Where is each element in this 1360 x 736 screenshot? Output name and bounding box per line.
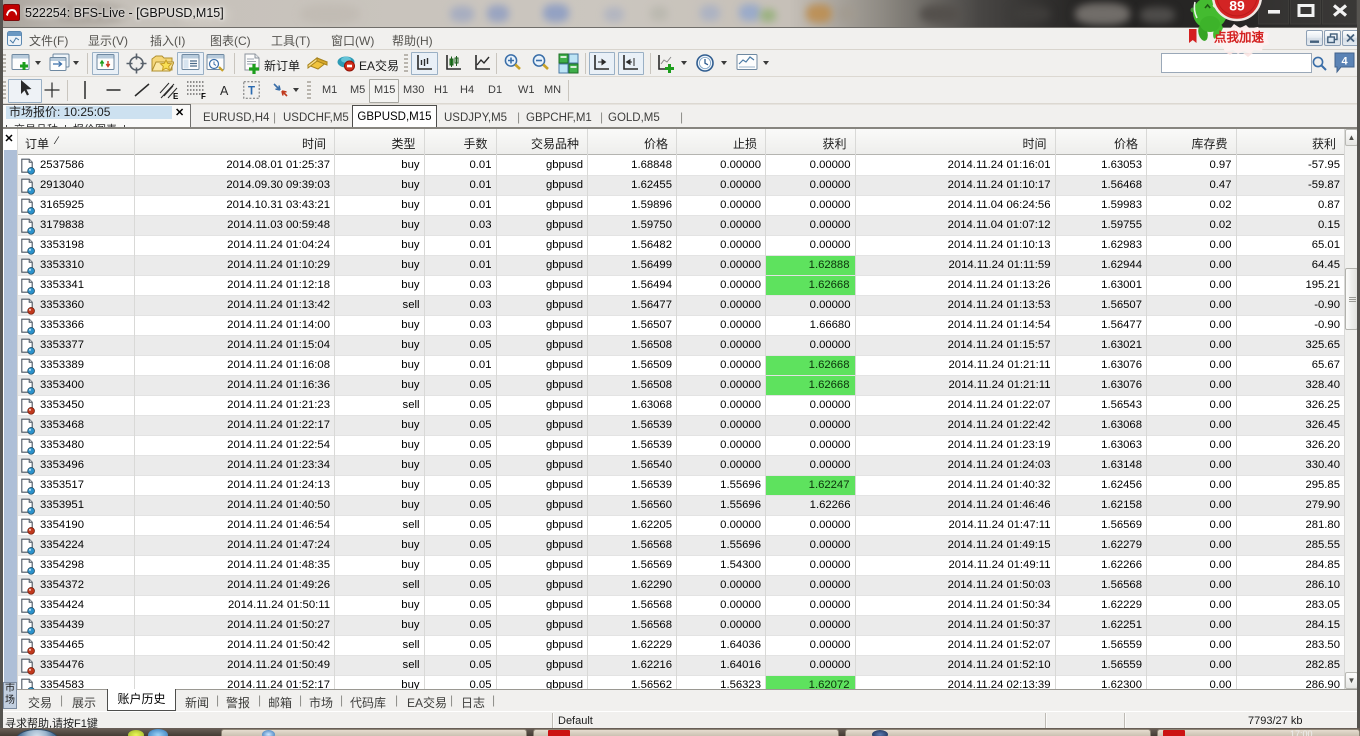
svg-text:E: E bbox=[173, 92, 179, 100]
svg-text:4: 4 bbox=[1341, 56, 1348, 68]
svg-text:89: 89 bbox=[1229, 0, 1245, 14]
svg-text:点我加速: 点我加速 bbox=[1214, 30, 1265, 45]
svg-text:F: F bbox=[201, 92, 206, 100]
svg-text:T: T bbox=[248, 86, 255, 98]
